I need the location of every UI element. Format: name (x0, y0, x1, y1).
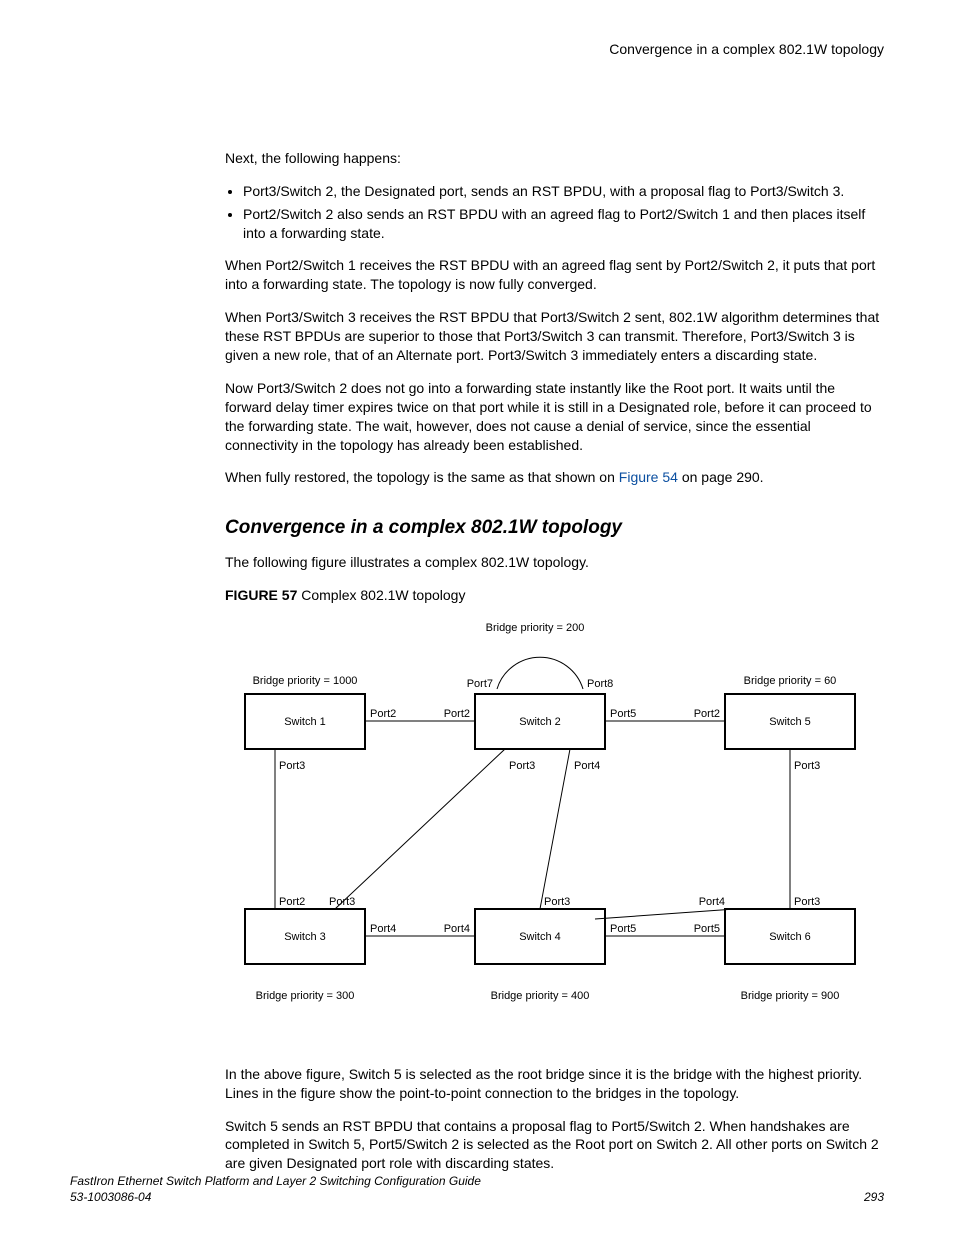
bullet-list: Port3/Switch 2, the Designated port, sen… (225, 182, 884, 243)
body-paragraph: In the above figure, Switch 5 is selecte… (225, 1065, 884, 1103)
switch-label: Switch 3 (284, 931, 326, 943)
switch-label: Switch 1 (284, 716, 326, 728)
switch-label: Switch 5 (769, 716, 811, 728)
body-paragraph: Now Port3/Switch 2 does not go into a fo… (225, 379, 884, 455)
figure-title: Complex 802.1W topology (297, 587, 465, 603)
port-label: Port2 (444, 708, 470, 720)
port-label: Port2 (279, 896, 305, 908)
port-label: Port3 (794, 896, 820, 908)
switch-label: Switch 2 (519, 716, 561, 728)
figure-diagram: Bridge priority = 200 Port7 Port8 Bridge… (225, 619, 884, 1049)
bullet-item: Port3/Switch 2, the Designated port, sen… (243, 182, 884, 201)
priority-label: Bridge priority = 300 (256, 990, 355, 1002)
port-label: Port7 (467, 678, 493, 690)
priority-label: Bridge priority = 400 (491, 990, 590, 1002)
body-paragraph: When Port3/Switch 3 receives the RST BPD… (225, 308, 884, 365)
intro-text: Next, the following happens: (225, 149, 884, 168)
port-label: Port5 (610, 923, 636, 935)
port-label: Port3 (509, 760, 535, 772)
bullet-item: Port2/Switch 2 also sends an RST BPDU wi… (243, 205, 884, 243)
text-span: When fully restored, the topology is the… (225, 469, 619, 485)
body-paragraph: When fully restored, the topology is the… (225, 468, 884, 487)
priority-label: Bridge priority = 60 (744, 675, 837, 687)
self-loop-arc (497, 657, 583, 689)
body-paragraph: When Port2/Switch 1 receives the RST BPD… (225, 256, 884, 294)
port-label: Port3 (544, 896, 570, 908)
figure-number: FIGURE 57 (225, 587, 297, 603)
port-label: Port3 (279, 760, 305, 772)
running-header: Convergence in a complex 802.1W topology (225, 40, 884, 59)
section-heading: Convergence in a complex 802.1W topology (225, 515, 884, 541)
switch-label: Switch 6 (769, 931, 811, 943)
footer-doc-number: 53-1003086-04 (70, 1189, 481, 1205)
text-span: on page 290. (678, 469, 764, 485)
port-label: Port2 (694, 708, 720, 720)
port-label: Port4 (699, 896, 725, 908)
figure-xref-link[interactable]: Figure 54 (619, 469, 678, 485)
port-label: Port4 (444, 923, 470, 935)
link (595, 909, 735, 919)
port-label: Port3 (329, 896, 355, 908)
priority-label: Bridge priority = 1000 (253, 675, 358, 687)
priority-label: Bridge priority = 200 (486, 622, 585, 634)
page-number: 293 (864, 1189, 884, 1205)
page-footer: FastIron Ethernet Switch Platform and La… (70, 1173, 884, 1205)
body-paragraph: Switch 5 sends an RST BPDU that contains… (225, 1117, 884, 1174)
port-label: Port2 (370, 708, 396, 720)
figure-caption: FIGURE 57 Complex 802.1W topology (225, 586, 884, 605)
port-label: Port5 (694, 923, 720, 935)
port-label: Port3 (794, 760, 820, 772)
port-label: Port4 (370, 923, 396, 935)
link (540, 749, 570, 909)
switch-label: Switch 4 (519, 931, 561, 943)
port-label: Port8 (587, 678, 613, 690)
priority-label: Bridge priority = 900 (741, 990, 840, 1002)
port-label: Port5 (610, 708, 636, 720)
section-intro: The following figure illustrates a compl… (225, 553, 884, 572)
footer-book-title: FastIron Ethernet Switch Platform and La… (70, 1173, 481, 1189)
link (335, 749, 505, 909)
port-label: Port4 (574, 760, 600, 772)
